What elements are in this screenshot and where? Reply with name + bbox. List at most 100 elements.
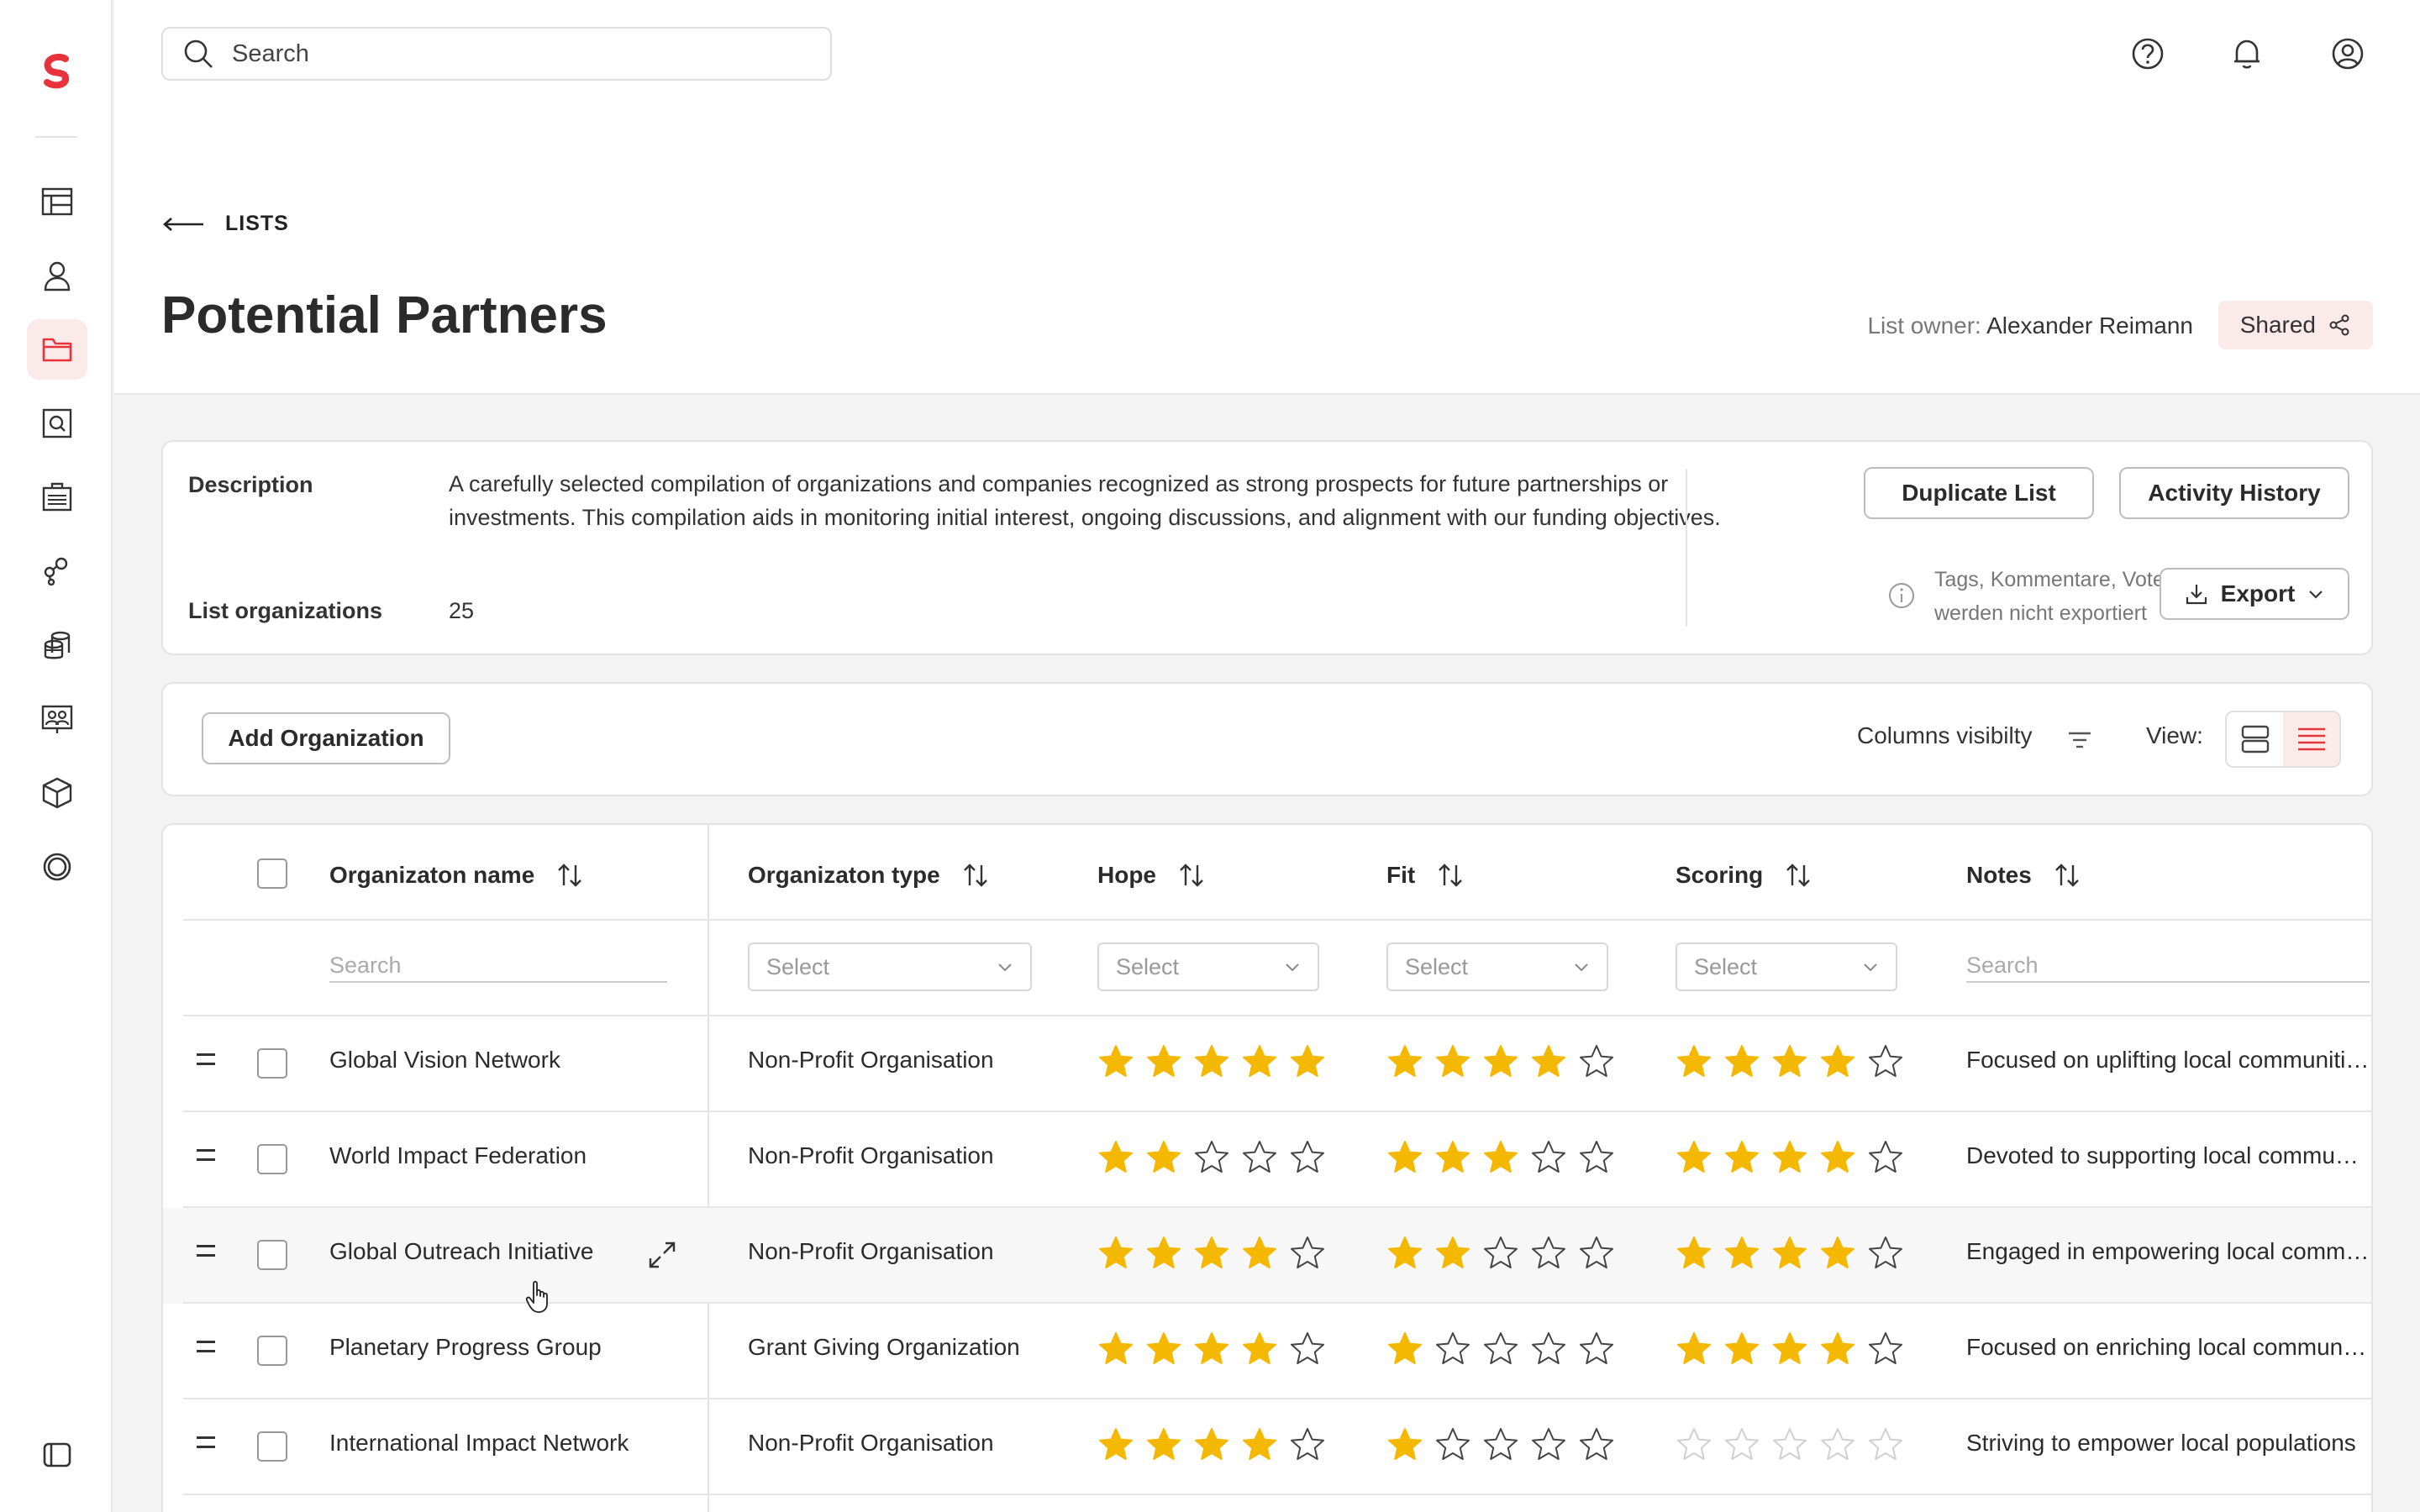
star-filled-icon[interactable] [1676,1043,1712,1080]
header-notes[interactable]: Notes [1966,860,2082,890]
star-filled-icon[interactable] [1482,1043,1519,1080]
star-empty-icon[interactable] [1530,1139,1567,1176]
export-button[interactable]: Export [2160,568,2349,620]
star-empty-icon[interactable] [1819,1426,1856,1463]
star-filled-icon[interactable] [1771,1043,1808,1080]
star-filled-icon[interactable] [1482,1139,1519,1176]
header-hope[interactable]: Hope [1097,860,1207,890]
star-empty-icon[interactable] [1289,1235,1326,1272]
star-filled-icon[interactable] [1145,1331,1182,1368]
star-empty-icon[interactable] [1241,1139,1278,1176]
star-empty-icon[interactable] [1578,1139,1615,1176]
hope-rating[interactable] [1097,1331,1326,1368]
star-filled-icon[interactable] [1241,1043,1278,1080]
fit-rating[interactable] [1386,1235,1615,1272]
hope-rating[interactable] [1097,1043,1326,1080]
scoring-rating[interactable] [1676,1426,1904,1463]
table-row[interactable]: Global Outreach Initiative Non-Profit Org… [163,1208,2371,1304]
columns-visibility-label[interactable]: Columns visibilty [1857,722,2033,749]
sort-icon[interactable] [1783,860,1813,890]
star-empty-icon[interactable] [1482,1331,1519,1368]
star-empty-icon[interactable] [1723,1426,1760,1463]
fit-rating[interactable] [1386,1426,1615,1463]
star-empty-icon[interactable] [1867,1331,1904,1368]
star-filled-icon[interactable] [1819,1235,1856,1272]
nav-folder-icon[interactable] [27,319,87,380]
add-organization-button[interactable]: Add Organization [202,712,450,764]
select-all-checkbox[interactable] [257,858,287,889]
star-empty-icon[interactable] [1578,1235,1615,1272]
star-filled-icon[interactable] [1434,1043,1471,1080]
star-filled-icon[interactable] [1819,1139,1856,1176]
hope-rating[interactable] [1097,1139,1326,1176]
scoring-rating[interactable] [1676,1043,1904,1080]
row-checkbox[interactable] [257,1240,287,1270]
star-empty-icon[interactable] [1867,1043,1904,1080]
bell-icon[interactable] [2228,35,2265,72]
global-search[interactable] [161,27,832,81]
scoring-rating[interactable] [1676,1235,1904,1272]
activity-history-button[interactable]: Activity History [2119,467,2349,519]
fit-rating[interactable] [1386,1043,1615,1080]
fit-rating[interactable] [1386,1139,1615,1176]
star-empty-icon[interactable] [1289,1331,1326,1368]
expand-icon[interactable] [645,1238,679,1272]
hope-filter-select[interactable]: Select [1097,942,1319,991]
card-view-option[interactable] [2227,712,2283,766]
star-filled-icon[interactable] [1386,1235,1423,1272]
star-filled-icon[interactable] [1723,1043,1760,1080]
notes-cell[interactable]: Striving to empower local populations [1966,1430,2370,1457]
organization-name[interactable]: International Impact Network [329,1430,629,1457]
nav-table-icon[interactable] [27,171,87,232]
back-to-lists-link[interactable]: LISTS [161,212,289,236]
drag-handle-icon[interactable] [197,1341,215,1352]
star-empty-icon[interactable] [1530,1331,1567,1368]
star-filled-icon[interactable] [1097,1043,1134,1080]
sort-icon[interactable] [555,860,585,890]
hope-rating[interactable] [1097,1426,1326,1463]
star-filled-icon[interactable] [1193,1331,1230,1368]
search-input[interactable] [232,39,736,68]
drag-handle-icon[interactable] [197,1149,215,1161]
organization-name[interactable]: Planetary Progress Group [329,1334,602,1361]
star-filled-icon[interactable] [1145,1139,1182,1176]
nav-briefcase-icon[interactable] [27,467,87,528]
star-empty-icon[interactable] [1867,1139,1904,1176]
row-checkbox[interactable] [257,1336,287,1366]
table-row[interactable]: Global Vision Network Non-Profit Organisa… [163,1016,2371,1112]
star-filled-icon[interactable] [1819,1331,1856,1368]
nav-person-icon[interactable] [27,245,87,306]
star-filled-icon[interactable] [1145,1235,1182,1272]
drag-handle-icon[interactable] [197,1436,215,1448]
scoring-rating[interactable] [1676,1139,1904,1176]
star-empty-icon[interactable] [1578,1331,1615,1368]
star-filled-icon[interactable] [1723,1235,1760,1272]
nav-circle-icon[interactable] [27,837,87,897]
star-filled-icon[interactable] [1289,1043,1326,1080]
star-filled-icon[interactable] [1097,1139,1134,1176]
star-filled-icon[interactable] [1386,1043,1423,1080]
star-empty-icon[interactable] [1530,1426,1567,1463]
notes-cell[interactable]: Devoted to supporting local communities [1966,1142,2370,1169]
collapse-sidebar-icon[interactable] [27,1425,87,1485]
star-empty-icon[interactable] [1193,1139,1230,1176]
scoring-filter-select[interactable]: Select [1676,942,1897,991]
star-filled-icon[interactable] [1771,1235,1808,1272]
star-filled-icon[interactable] [1145,1043,1182,1080]
star-filled-icon[interactable] [1241,1426,1278,1463]
type-filter-select[interactable]: Select [748,942,1032,991]
nav-presentation-icon[interactable] [27,689,87,749]
notes-cell[interactable]: Focused on enriching local communities [1966,1334,2370,1361]
star-filled-icon[interactable] [1530,1043,1567,1080]
nav-box-icon[interactable] [27,763,87,823]
drag-handle-icon[interactable] [197,1245,215,1257]
star-filled-icon[interactable] [1097,1426,1134,1463]
sort-icon[interactable] [1176,860,1207,890]
help-icon[interactable] [2129,35,2166,72]
header-organization-name[interactable]: Organizaton name [329,860,585,890]
notes-filter-input[interactable] [1966,949,2370,983]
header-organization-type[interactable]: Organizaton type [748,860,991,890]
star-filled-icon[interactable] [1819,1043,1856,1080]
list-view-option[interactable] [2283,712,2339,766]
star-empty-icon[interactable] [1482,1426,1519,1463]
